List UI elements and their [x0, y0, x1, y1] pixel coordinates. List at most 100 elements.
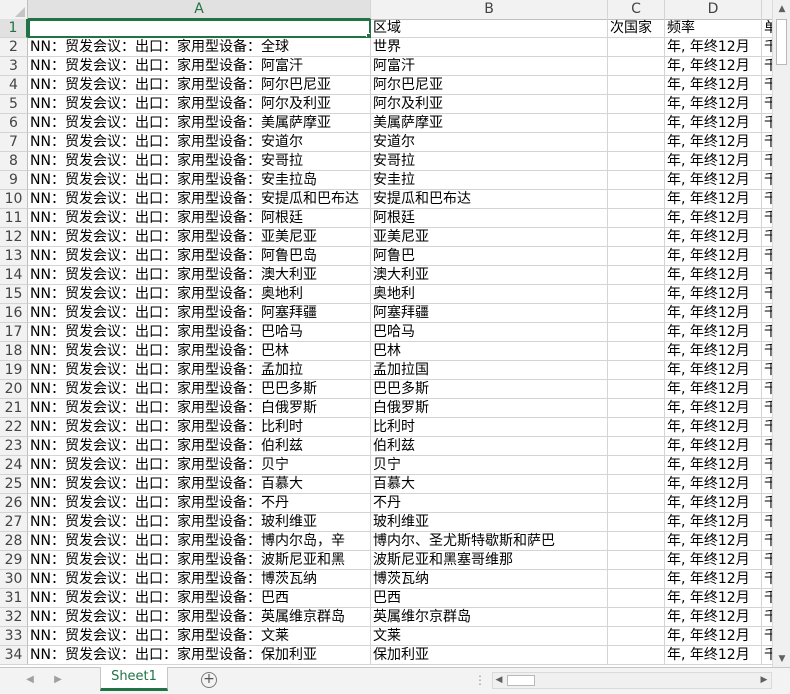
cell-col-b[interactable]: 亚美尼亚 [371, 228, 608, 247]
column-header-a[interactable]: A [28, 0, 371, 20]
row-header[interactable]: 32 [0, 608, 28, 627]
cell-col-c[interactable] [608, 95, 665, 114]
cell-col-b[interactable]: 区域 [371, 19, 608, 38]
cell-col-a[interactable]: NN：贸发会议：出口：家用型设备：澳大利亚 [28, 266, 371, 285]
cell-col-c[interactable] [608, 475, 665, 494]
cell-col-b[interactable]: 巴哈马 [371, 323, 608, 342]
row-header[interactable]: 7 [0, 133, 28, 152]
cell-col-d[interactable]: 年, 年终12月 [665, 95, 762, 114]
cell-col-c[interactable] [608, 114, 665, 133]
cell-col-c[interactable] [608, 627, 665, 646]
cell-col-c[interactable] [608, 323, 665, 342]
cell-col-a[interactable]: NN：贸发会议：出口：家用型设备：巴林 [28, 342, 371, 361]
cell-col-b[interactable]: 英属维尔京群岛 [371, 608, 608, 627]
cell-col-c[interactable] [608, 247, 665, 266]
cell-col-b[interactable]: 保加利亚 [371, 646, 608, 665]
select-all-button[interactable] [0, 0, 28, 19]
cell-col-b[interactable]: 文莱 [371, 627, 608, 646]
cell-col-d[interactable]: 年, 年终12月 [665, 494, 762, 513]
row-header[interactable]: 28 [0, 532, 28, 551]
cell-col-c[interactable] [608, 646, 665, 665]
cell-col-b[interactable]: 博内尔、圣尤斯特歇斯和萨巴 [371, 532, 608, 551]
cell-col-c[interactable] [608, 133, 665, 152]
vertical-scrollbar[interactable]: ▲ ▼ [772, 0, 790, 668]
cell-col-b[interactable]: 博茨瓦纳 [371, 570, 608, 589]
cell-col-d[interactable]: 年, 年终12月 [665, 418, 762, 437]
cell-col-b[interactable]: 波斯尼亚和黑塞哥维那 [371, 551, 608, 570]
cell-col-d[interactable]: 年, 年终12月 [665, 133, 762, 152]
cell-col-c[interactable] [608, 380, 665, 399]
column-header-d[interactable]: D [665, 0, 762, 19]
cell-col-b[interactable]: 安哥拉 [371, 152, 608, 171]
row-header[interactable]: 14 [0, 266, 28, 285]
row-header[interactable]: 13 [0, 247, 28, 266]
cell-col-d[interactable]: 年, 年终12月 [665, 266, 762, 285]
cell-col-a[interactable]: NN：贸发会议：出口：家用型设备：英属维京群岛 [28, 608, 371, 627]
next-sheet-icon[interactable]: ▶ [50, 672, 66, 688]
row-header[interactable]: 24 [0, 456, 28, 475]
cell-col-c[interactable] [608, 342, 665, 361]
cell-col-c[interactable] [608, 57, 665, 76]
cell-col-d[interactable]: 年, 年终12月 [665, 171, 762, 190]
cell-col-a[interactable]: NN：贸发会议：出口：家用型设备：白俄罗斯 [28, 399, 371, 418]
row-header[interactable]: 33 [0, 627, 28, 646]
cell-col-b[interactable]: 美属萨摩亚 [371, 114, 608, 133]
cell-col-d[interactable]: 年, 年终12月 [665, 456, 762, 475]
cell-col-c[interactable] [608, 38, 665, 57]
row-header[interactable]: 23 [0, 437, 28, 456]
cell-col-d[interactable]: 年, 年终12月 [665, 627, 762, 646]
cell-col-b[interactable]: 澳大利亚 [371, 266, 608, 285]
cell-col-b[interactable]: 安提瓜和巴布达 [371, 190, 608, 209]
cell-col-d[interactable]: 年, 年终12月 [665, 361, 762, 380]
cell-col-b[interactable]: 孟加拉国 [371, 361, 608, 380]
cell-col-a[interactable]: NN：贸发会议：出口：家用型设备：阿根廷 [28, 209, 371, 228]
cell-col-a[interactable]: NN：贸发会议：出口：家用型设备：奥地利 [28, 285, 371, 304]
cell-col-a[interactable]: NN：贸发会议：出口：家用型设备：阿鲁巴岛 [28, 247, 371, 266]
cell-col-a[interactable]: NN：贸发会议：出口：家用型设备：孟加拉 [28, 361, 371, 380]
cell-col-a[interactable]: NN：贸发会议：出口：家用型设备：全球 [28, 38, 371, 57]
cell-col-c[interactable] [608, 152, 665, 171]
cell-col-a[interactable]: NN：贸发会议：出口：家用型设备：波斯尼亚和黑 [28, 551, 371, 570]
cell-col-a[interactable]: NN：贸发会议：出口：家用型设备：贝宁 [28, 456, 371, 475]
row-header[interactable]: 17 [0, 323, 28, 342]
row-header[interactable]: 2 [0, 38, 28, 57]
cell-col-d[interactable]: 年, 年终12月 [665, 646, 762, 665]
row-header[interactable]: 30 [0, 570, 28, 589]
prev-sheet-icon[interactable]: ◀ [22, 672, 38, 688]
scroll-left-icon[interactable]: ◀ [492, 672, 506, 689]
row-header[interactable]: 5 [0, 95, 28, 114]
cell-col-d[interactable]: 年, 年终12月 [665, 589, 762, 608]
row-header[interactable]: 16 [0, 304, 28, 323]
cell-col-b[interactable]: 贝宁 [371, 456, 608, 475]
cell-col-c[interactable] [608, 399, 665, 418]
cell-col-b[interactable]: 比利时 [371, 418, 608, 437]
cell-col-b[interactable]: 巴巴多斯 [371, 380, 608, 399]
cell-col-a[interactable]: NN：贸发会议：出口：家用型设备：美属萨摩亚 [28, 114, 371, 133]
cell-col-a[interactable]: NN：贸发会议：出口：家用型设备：阿尔及利亚 [28, 95, 371, 114]
row-header[interactable]: 19 [0, 361, 28, 380]
cell-col-c[interactable] [608, 228, 665, 247]
cell-col-a[interactable]: NN：贸发会议：出口：家用型设备：伯利兹 [28, 437, 371, 456]
row-header[interactable]: 22 [0, 418, 28, 437]
horizontal-scrollbar[interactable]: ◀ ▶ [492, 672, 772, 689]
cell-col-a[interactable]: NN：贸发会议：出口：家用型设备：巴西 [28, 589, 371, 608]
cell-col-b[interactable]: 巴林 [371, 342, 608, 361]
cell-col-d[interactable]: 年, 年终12月 [665, 437, 762, 456]
row-header[interactable]: 12 [0, 228, 28, 247]
row-header[interactable]: 25 [0, 475, 28, 494]
cell-col-a[interactable]: NN：贸发会议：出口：家用型设备：亚美尼亚 [28, 228, 371, 247]
cell-col-d[interactable]: 年, 年终12月 [665, 285, 762, 304]
cell-col-b[interactable]: 玻利维亚 [371, 513, 608, 532]
cell-col-b[interactable]: 伯利兹 [371, 437, 608, 456]
scroll-down-icon[interactable]: ▼ [773, 651, 790, 668]
cell-col-a[interactable]: NN：贸发会议：出口：家用型设备：阿富汗 [28, 57, 371, 76]
cell-col-d[interactable]: 年, 年终12月 [665, 228, 762, 247]
cell-col-a[interactable]: NN：贸发会议：出口：家用型设备：阿尔巴尼亚 [28, 76, 371, 95]
cell-col-b[interactable]: 阿尔及利亚 [371, 95, 608, 114]
cell-col-a[interactable]: NN：贸发会议：出口：家用型设备：玻利维亚 [28, 513, 371, 532]
row-header[interactable]: 15 [0, 285, 28, 304]
cell-col-a[interactable]: NN：贸发会议：出口：家用型设备：不丹 [28, 494, 371, 513]
cell-col-d[interactable]: 年, 年终12月 [665, 342, 762, 361]
cell-col-c[interactable] [608, 285, 665, 304]
row-header[interactable]: 18 [0, 342, 28, 361]
